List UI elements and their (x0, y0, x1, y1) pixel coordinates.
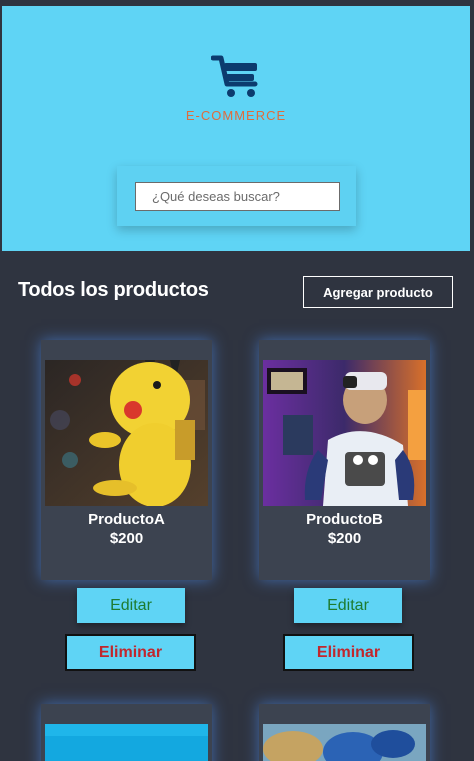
search-container (117, 166, 356, 226)
page-title: Todos los productos (18, 279, 209, 301)
add-product-button[interactable]: Agregar producto (303, 276, 453, 308)
product-image (263, 724, 426, 761)
product-card[interactable] (41, 704, 212, 761)
product-price: $200 (327, 530, 362, 547)
brand-name: E-COMMERCE (185, 108, 287, 123)
product-name: ProductoB (306, 511, 383, 528)
shopping-cart-icon (211, 55, 258, 97)
product-price: $200 (109, 530, 144, 547)
edit-button[interactable]: Editar (294, 588, 402, 623)
product-image-pikachu (45, 360, 208, 506)
product-card[interactable]: ProductoA $200 (41, 340, 212, 580)
header-banner: E-COMMERCE (2, 6, 470, 251)
product-card[interactable] (259, 704, 430, 761)
edit-button[interactable]: Editar (77, 588, 185, 623)
brand-logo: E-COMMERCE (2, 54, 470, 123)
delete-button[interactable]: Eliminar (65, 634, 196, 671)
delete-button[interactable]: Eliminar (283, 634, 414, 671)
product-image-vr-gamer (263, 360, 426, 506)
product-image (45, 724, 208, 761)
product-name: ProductoA (88, 511, 165, 528)
product-card[interactable]: ProductoB $200 (259, 340, 430, 580)
search-input[interactable] (135, 182, 340, 211)
